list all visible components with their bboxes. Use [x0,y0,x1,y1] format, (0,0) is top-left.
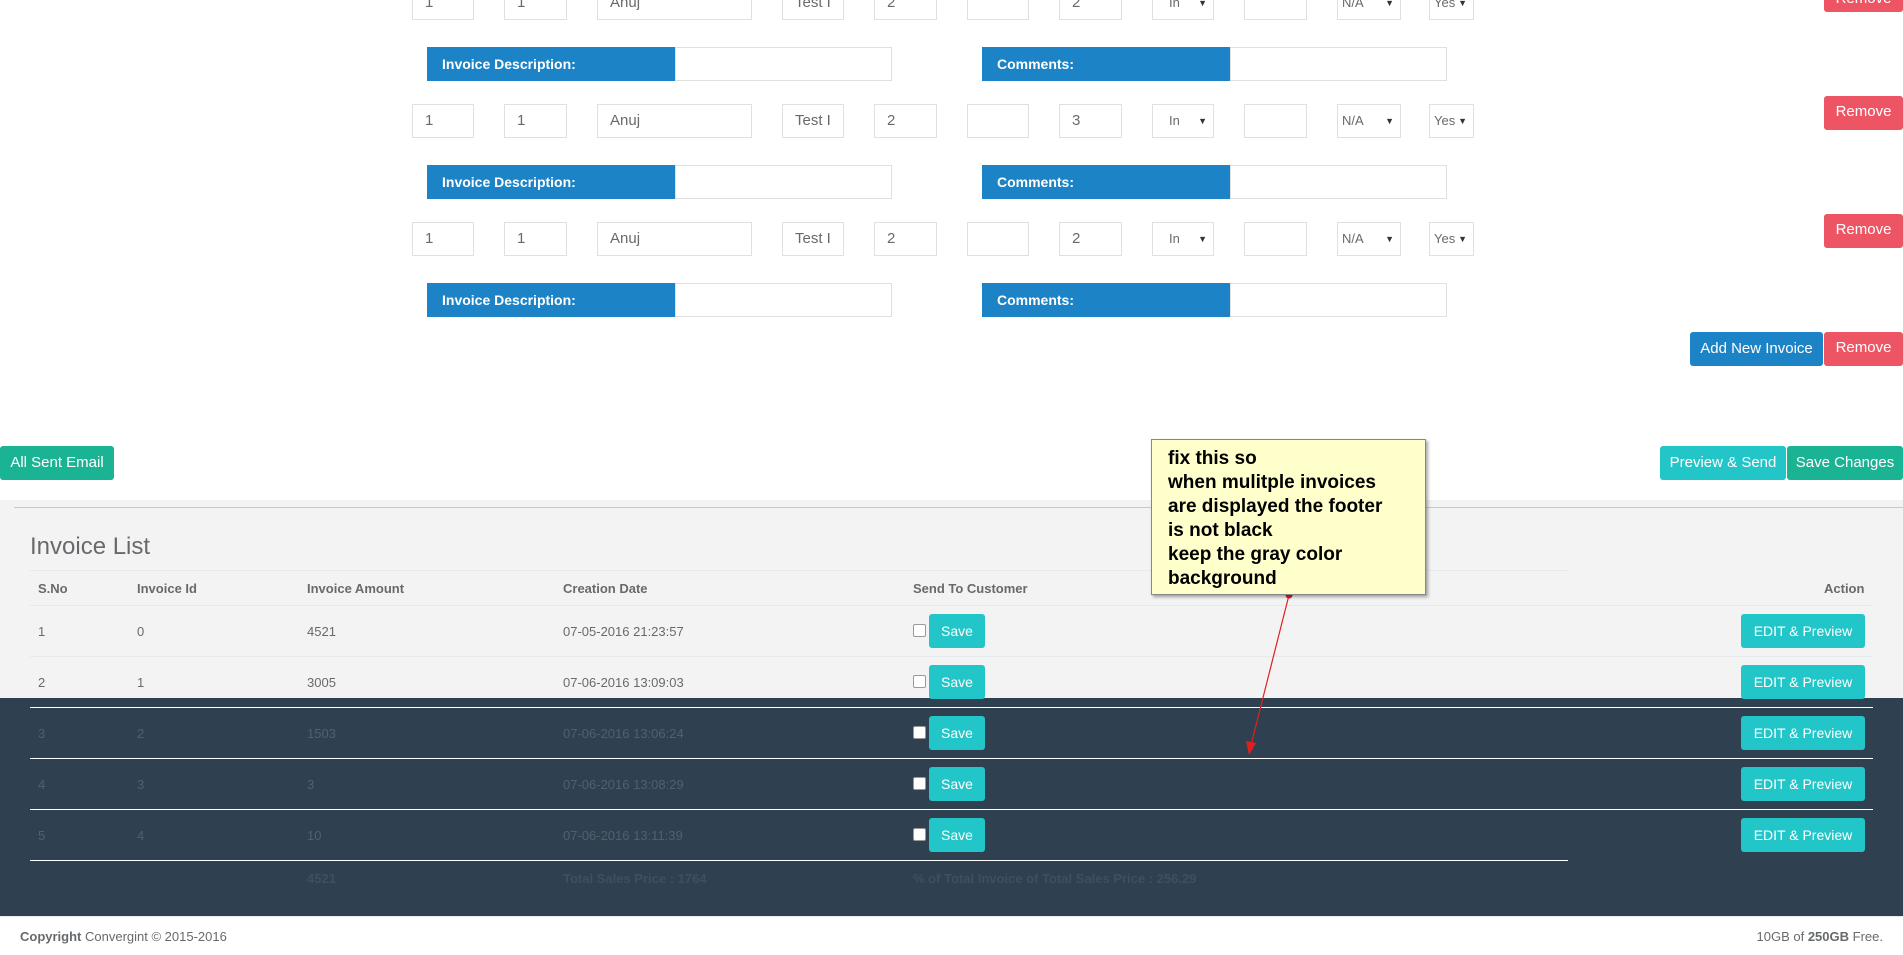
page: 1 1 Anuj Test I 2 2 In ▼ N/A ▼ Yes ▼ Invoice Descrip… [0,0,1903,955]
annotation-arrow [1246,591,1293,755]
note-line: are displayed the footer [1168,496,1383,517]
note-line: is not black [1168,520,1273,541]
note-line: keep the gray color [1168,544,1343,565]
annotation-note: fix this so when mulitple invoices are d… [1151,439,1426,595]
note-line: when mulitple invoices [1168,472,1376,493]
note-line: fix this so [1168,448,1257,469]
note-line: background [1168,568,1277,589]
